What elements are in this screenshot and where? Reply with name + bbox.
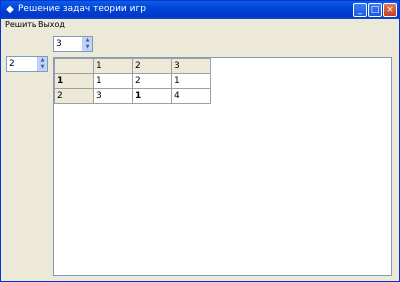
table-cell[interactable]: 1 <box>171 73 211 89</box>
payoff-matrix-grid[interactable]: 1 2 3 1 1 2 1 2 3 1 4 <box>53 57 392 276</box>
spin-down-icon[interactable]: ▼ <box>37 64 47 71</box>
spin-up-icon[interactable]: ▲ <box>37 57 47 64</box>
columns-spinner[interactable]: 3 ▲ ▼ <box>53 36 93 52</box>
spin-up-icon[interactable]: ▲ <box>82 37 92 44</box>
table-cell[interactable]: 4 <box>171 88 211 104</box>
column-header: 3 <box>171 58 211 74</box>
menu-bar: Решить Выход <box>1 19 399 31</box>
row-header: 1 <box>54 73 94 89</box>
payoff-table: 1 2 3 1 1 2 1 2 3 1 4 <box>54 58 211 104</box>
table-cell[interactable]: 1 <box>132 88 172 104</box>
table-cell[interactable]: 3 <box>93 88 133 104</box>
column-header: 1 <box>93 58 133 74</box>
window-title: Решение задач теории игр <box>18 4 146 14</box>
title-bar[interactable]: ◆ Решение задач теории игр _ □ × <box>1 1 399 19</box>
row-header: 2 <box>54 88 94 104</box>
table-cell[interactable]: 2 <box>132 73 172 89</box>
close-button[interactable]: × <box>383 3 397 17</box>
rows-spinner[interactable]: 2 ▲ ▼ <box>6 56 48 72</box>
app-window: ◆ Решение задач теории игр _ □ × Решить … <box>0 0 400 282</box>
menu-item-solve[interactable]: Решить <box>5 19 37 31</box>
spin-down-icon[interactable]: ▼ <box>82 44 92 51</box>
table-row: 1 1 2 1 <box>54 73 211 89</box>
minimize-button[interactable]: _ <box>353 3 367 17</box>
table-header-row: 1 2 3 <box>54 58 211 74</box>
app-icon: ◆ <box>6 4 14 15</box>
corner-cell <box>54 58 94 74</box>
table-row: 2 3 1 4 <box>54 88 211 104</box>
columns-spinner-value[interactable]: 3 <box>56 38 62 50</box>
rows-spinner-value[interactable]: 2 <box>9 58 15 70</box>
rows-spinner-buttons: ▲ ▼ <box>37 57 47 71</box>
table-cell[interactable]: 1 <box>93 73 133 89</box>
maximize-button[interactable]: □ <box>368 3 382 17</box>
columns-spinner-buttons: ▲ ▼ <box>82 37 92 51</box>
menu-item-exit[interactable]: Выход <box>38 19 65 31</box>
column-header: 2 <box>132 58 172 74</box>
